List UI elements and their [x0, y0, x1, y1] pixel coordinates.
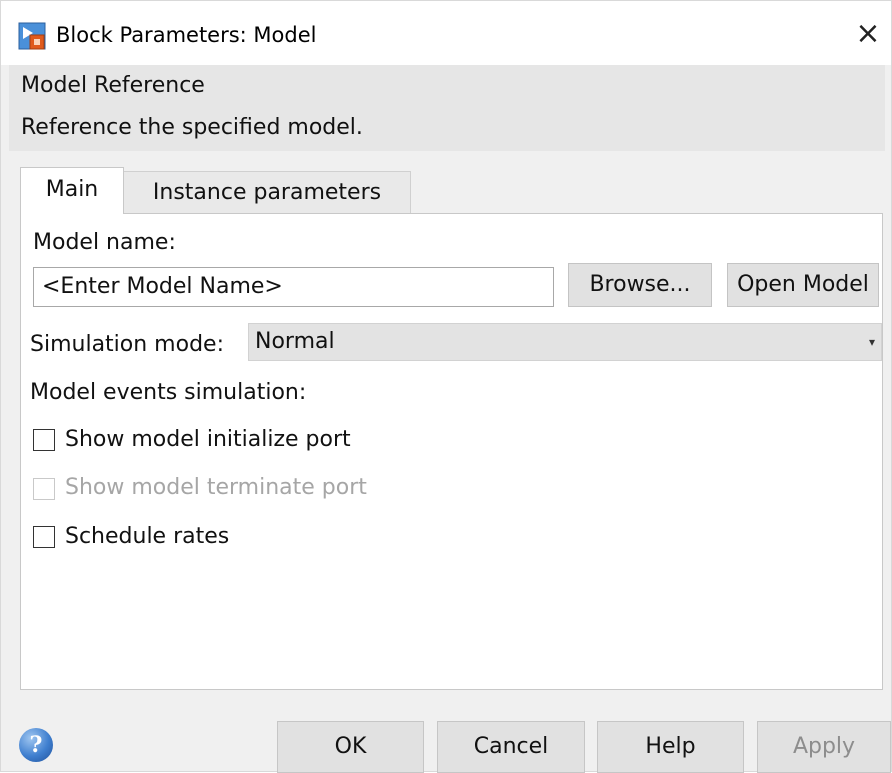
schedule-rates-label: Schedule rates [65, 524, 230, 549]
block-type-title: Model Reference [21, 73, 205, 98]
model-name-input[interactable]: <Enter Model Name> [33, 267, 554, 307]
initialize-port-checkbox[interactable] [33, 429, 55, 451]
simulink-block-icon [18, 22, 46, 50]
title-bar[interactable]: Block Parameters: Model × [1, 1, 891, 65]
block-description-area: Model Reference Reference the specified … [9, 65, 885, 151]
apply-button: Apply [757, 721, 891, 773]
cancel-button[interactable]: Cancel [437, 721, 585, 773]
model-name-label: Model name: [33, 230, 176, 255]
main-tab-panel: Model name: <Enter Model Name> Browse...… [20, 213, 883, 690]
tab-main[interactable]: Main [20, 167, 124, 214]
model-events-label: Model events simulation: [30, 380, 307, 405]
browse-button[interactable]: Browse... [568, 263, 712, 307]
block-description: Reference the specified model. [21, 115, 363, 140]
tab-instance-parameters[interactable]: Instance parameters [124, 171, 411, 213]
simulation-mode-value: Normal [255, 329, 335, 354]
terminate-port-checkbox [33, 478, 55, 500]
help-icon[interactable]: ? [19, 728, 53, 762]
initialize-port-label: Show model initialize port [65, 427, 351, 452]
block-parameters-dialog: Block Parameters: Model × Model Referenc… [0, 0, 892, 773]
open-model-button[interactable]: Open Model [727, 263, 879, 307]
help-button[interactable]: Help [597, 721, 744, 773]
terminate-port-label: Show model terminate port [65, 475, 367, 500]
chevron-down-icon: ▾ [868, 335, 875, 349]
ok-button[interactable]: OK [277, 721, 424, 773]
schedule-rates-checkbox[interactable] [33, 526, 55, 548]
window-title: Block Parameters: Model [56, 23, 317, 47]
close-icon[interactable]: × [853, 19, 883, 51]
simulation-mode-label: Simulation mode: [30, 332, 224, 357]
simulation-mode-select[interactable]: Normal ▾ [248, 323, 882, 361]
